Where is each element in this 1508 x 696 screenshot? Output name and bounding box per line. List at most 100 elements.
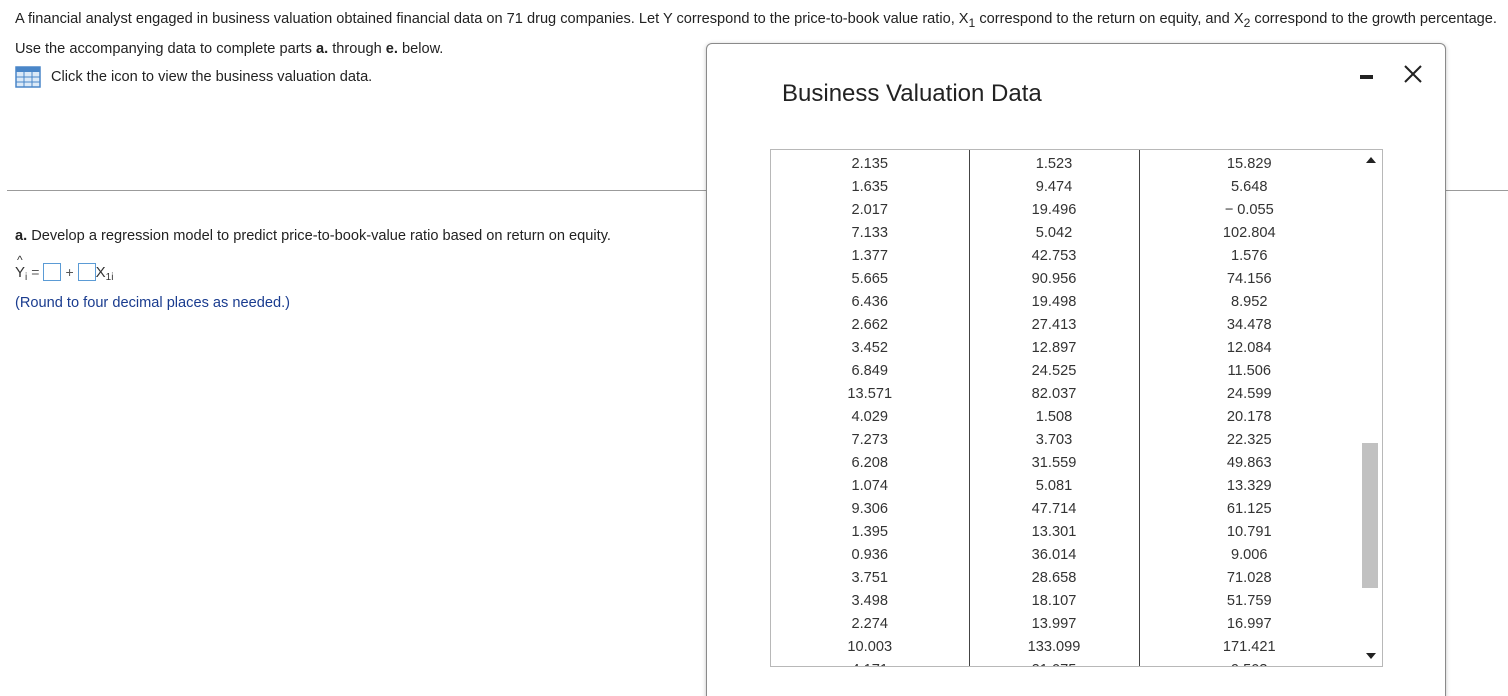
table-cell: 2.274 — [771, 612, 970, 635]
table-row: 2.662 27.413 34.478 — [771, 313, 1359, 336]
regression-equation: ^ Yi = + X 1i — [15, 252, 113, 283]
table-row: 7.133 5.042 102.804 — [771, 221, 1359, 244]
table-row: 5.665 90.956 74.156 — [771, 267, 1359, 290]
table-row: 2.135 1.523 15.829 — [771, 150, 1359, 175]
table-cell: 8.952 — [1230, 293, 1268, 310]
plus-sign: + — [65, 264, 74, 280]
table-grid-icon[interactable] — [15, 66, 41, 88]
intro-part-a: a. — [315, 40, 329, 57]
table-cell: 133.099 — [969, 635, 1140, 658]
table-scrollbar[interactable] — [1360, 150, 1382, 666]
table-cell: 6.436 — [771, 290, 970, 313]
table-cell: 90.956 — [969, 267, 1140, 290]
table-row: 1.074 5.081 13.329 — [771, 474, 1359, 497]
table-cell: 12.084 — [1226, 339, 1272, 356]
table-cell: 1.508 — [969, 405, 1140, 428]
table-row: 0.936 36.014 9.006 — [771, 543, 1359, 566]
table-cell: 9.306 — [771, 497, 970, 520]
table-row: 2.274 13.997 16.997 — [771, 612, 1359, 635]
part-a-prompt: a. Develop a regression model to predict… — [15, 228, 611, 244]
table-cell: 71.028 — [1226, 569, 1272, 586]
y-hat-symbol: ^ Y — [15, 252, 26, 281]
table-cell: 0.936 — [771, 543, 970, 566]
table-row: 9.306 47.714 61.125 — [771, 497, 1359, 520]
table-cell: 28.658 — [969, 566, 1140, 589]
rounding-note: (Round to four decimal places as needed.… — [15, 295, 291, 311]
table-row: 1.377 42.753 1.576 — [771, 244, 1359, 267]
table-cell: 102.804 — [1222, 224, 1276, 241]
data-dialog: Business Valuation Data 2.135 1.523 15.829… — [706, 43, 1446, 696]
part-a-label: a. — [15, 228, 28, 244]
view-data-link[interactable]: Click the icon to view the business valu… — [15, 66, 372, 88]
scroll-down-arrow-icon[interactable] — [1366, 653, 1376, 659]
table-cell: 5.042 — [969, 221, 1140, 244]
table-cell: 6.208 — [771, 451, 970, 474]
intro-part-e: e. — [385, 40, 398, 57]
table-cell: 36.014 — [969, 543, 1140, 566]
table-row: 3.498 18.107 51.759 — [771, 589, 1359, 612]
table-cell: 3.452 — [771, 336, 970, 359]
table-cell: 1.523 — [969, 150, 1140, 175]
table-cell: 82.037 — [969, 382, 1140, 405]
intro-text: through — [328, 40, 386, 57]
table-row: 1.395 13.301 10.791 — [771, 520, 1359, 543]
table-cell: 10.003 — [771, 635, 970, 658]
table-cell: 4.029 — [771, 405, 970, 428]
table-cell: − 0.055 — [1224, 201, 1274, 218]
table-cell: 5.665 — [771, 267, 970, 290]
table-cell: 47.714 — [969, 497, 1140, 520]
table-cell: 31.559 — [969, 451, 1140, 474]
table-cell: 1.074 — [771, 474, 970, 497]
minimize-icon[interactable] — [1360, 75, 1373, 79]
table-cell: 1.395 — [771, 520, 970, 543]
dialog-title: Business Valuation Data — [782, 80, 1042, 107]
table-cell: 74.156 — [1226, 270, 1272, 287]
table-cell: 2.135 — [771, 150, 970, 175]
table-cell: 61.125 — [1226, 500, 1272, 517]
table-cell: 9.006 — [1230, 546, 1268, 563]
table-cell: 20.178 — [1226, 408, 1272, 425]
data-table: 2.135 1.523 15.829 1.635 9.474 5.648 2.017 19.4… — [771, 150, 1359, 667]
intro-text: correspond to the return on equity, and … — [975, 11, 1244, 27]
table-row: 10.003 133.099 171.421 — [771, 635, 1359, 658]
data-table-frame[interactable]: 2.135 1.523 15.829 1.635 9.474 5.648 2.017 19.4… — [770, 149, 1383, 667]
table-cell: 15.829 — [1226, 155, 1272, 172]
intro-text: below. — [397, 40, 444, 57]
table-cell: 4.171 — [771, 658, 970, 666]
table-cell: 1.576 — [1230, 247, 1268, 264]
table-cell: 9.503 — [1139, 658, 1359, 667]
intro-text: A financial analyst engaged in business … — [15, 11, 969, 27]
table-cell: 10.791 — [1226, 523, 1272, 540]
table-cell: 13.997 — [969, 612, 1140, 635]
table-cell: 22.325 — [1226, 431, 1272, 448]
table-cell: 7.133 — [771, 221, 970, 244]
table-cell: 3.703 — [969, 428, 1140, 451]
table-cell: 24.525 — [969, 359, 1140, 382]
scroll-up-arrow-icon[interactable] — [1366, 157, 1376, 163]
table-cell: 13.329 — [1226, 477, 1272, 494]
table-cell: 13.301 — [969, 520, 1140, 543]
table-row: 3.751 28.658 71.028 — [771, 566, 1359, 589]
table-row: 4.029 1.508 20.178 — [771, 405, 1359, 428]
table-row: 13.571 82.037 24.599 — [771, 382, 1359, 405]
table-cell: 34.478 — [1226, 316, 1272, 333]
table-cell: 7.273 — [771, 428, 970, 451]
x-symbol: X — [95, 263, 106, 281]
table-cell: 3.751 — [771, 566, 970, 589]
table-row: 6.849 24.525 11.506 — [771, 359, 1359, 382]
close-icon[interactable] — [1401, 62, 1425, 86]
table-cell: 18.107 — [969, 589, 1140, 612]
page: A financial analyst engaged in business … — [0, 0, 1508, 696]
intercept-input[interactable] — [43, 263, 62, 281]
table-row: 6.208 31.559 49.863 — [771, 451, 1359, 474]
slope-input[interactable] — [77, 263, 96, 281]
table-cell: 11.506 — [1227, 362, 1272, 379]
table-cell: 2.662 — [771, 313, 970, 336]
table-cell: 1.635 — [771, 175, 970, 198]
scroll-thumb[interactable] — [1362, 443, 1378, 588]
table-cell: 49.863 — [1226, 454, 1272, 471]
table-cell: 1.377 — [771, 244, 970, 267]
table-cell: 19.498 — [969, 290, 1140, 313]
table-row: 3.452 12.897 12.084 — [771, 336, 1359, 359]
view-data-label[interactable]: Click the icon to view the business valu… — [51, 69, 372, 85]
